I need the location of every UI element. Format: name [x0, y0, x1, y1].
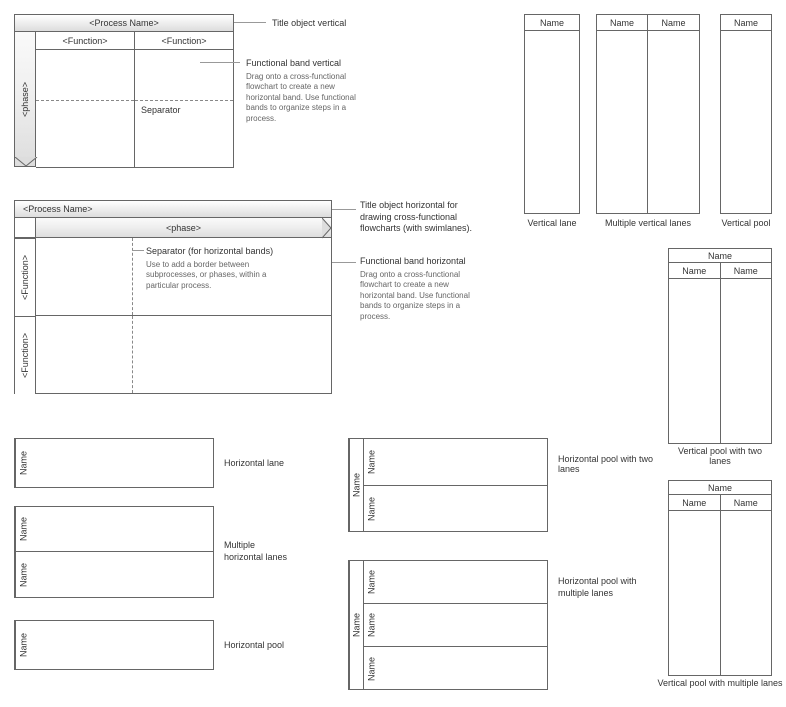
callout-line	[332, 262, 356, 263]
process-title-text: <Process Name>	[89, 18, 159, 28]
function-row-1: <Function>	[14, 238, 36, 316]
separator-line	[36, 100, 134, 101]
horizontal-pool: Name	[14, 620, 214, 670]
vertical-pool-two: Name Name Name	[668, 248, 772, 444]
vertical-lane-label: Vertical lane	[524, 218, 580, 228]
callout-line	[332, 209, 356, 210]
callout-band-h-desc: Drag onto a cross-functional flowchart t…	[360, 270, 470, 322]
vpt-title: Name	[669, 249, 771, 263]
callout-title-horizontal: Title object horizontal for drawing cros…	[360, 200, 480, 235]
callout-line	[234, 22, 266, 23]
hp-label: Horizontal pool	[224, 640, 284, 650]
vpm-h2: Name	[721, 495, 772, 511]
swimlane-vertical: <Process Name> <phase> <Function> <Funct…	[14, 14, 234, 168]
hl-header: Name	[15, 439, 31, 487]
hpt-h1: Name	[363, 439, 379, 485]
separator-v-2	[132, 316, 133, 393]
hp-header: Name	[15, 621, 31, 669]
mvl-header-1: Name	[597, 15, 647, 31]
vertical-lane: Name	[524, 14, 580, 214]
process-title: <Process Name>	[14, 14, 234, 32]
vertical-pool-label: Vertical pool	[716, 218, 776, 228]
swimlane-horizontal: <Process Name> <phase> <Function> Separa…	[14, 200, 332, 394]
callout-band-desc: Drag onto a cross-functional flowchart t…	[246, 72, 356, 124]
phase-bar-h: <phase>	[36, 218, 332, 238]
mhl-label: Multiple horizontal lanes	[224, 540, 294, 563]
hpm-label: Horizontal pool with multiple lanes	[558, 576, 658, 599]
function-header-1: <Function>	[36, 32, 134, 50]
function-cell-2	[36, 316, 332, 394]
vpm-h1: Name	[669, 495, 720, 511]
vpt-label: Vertical pool with two lanes	[668, 446, 772, 466]
multiple-horizontal-lanes: Name Name	[14, 506, 214, 598]
hpt-label: Horizontal pool with two lanes	[558, 454, 668, 474]
callout-band-vertical: Functional band vertical	[246, 58, 341, 68]
phase-bar: <phase>	[14, 32, 36, 167]
separator-label: Separator	[141, 105, 181, 115]
horizontal-pool-two: Name Name Name	[348, 438, 548, 532]
sep-callout-title: Separator (for horizontal bands)	[146, 246, 273, 256]
hl-label: Horizontal lane	[224, 458, 284, 468]
function-row-2: <Function>	[14, 316, 36, 394]
callout-line	[132, 250, 144, 251]
callout-title-vertical: Title object vertical	[272, 18, 346, 28]
callout-band-horizontal: Functional band horizontal	[360, 256, 466, 266]
horizontal-pool-multi: Name Name Name Name	[348, 560, 548, 690]
hpm-title: Name	[349, 561, 363, 689]
function-band-1: <Function>	[36, 32, 135, 168]
hpm-h2: Name	[363, 604, 379, 646]
vpt-h2: Name	[721, 263, 772, 279]
multiple-vertical-lanes: Name Name	[596, 14, 700, 214]
phase-label-h: <phase>	[166, 223, 201, 233]
callout-line	[200, 62, 240, 63]
function-cell-1: Separator (for horizontal bands) Use to …	[36, 238, 332, 316]
process-title-h-text: <Process Name>	[23, 204, 93, 214]
function-band-2: <Function> Separator	[135, 32, 234, 168]
process-title-h: <Process Name>	[14, 200, 332, 218]
hpm-h1: Name	[363, 561, 379, 603]
horizontal-lane: Name	[14, 438, 214, 488]
vpm-title: Name	[669, 481, 771, 495]
phase-label: <phase>	[15, 32, 35, 166]
separator-line-2	[135, 100, 233, 101]
vertical-lane-header: Name	[525, 15, 579, 31]
mhl-h2: Name	[15, 552, 31, 597]
chevron-down-icon	[14, 157, 38, 167]
chevron-right-icon	[322, 217, 332, 239]
phase-corner	[14, 218, 36, 238]
hpm-h3: Name	[363, 647, 379, 690]
hpt-title: Name	[349, 439, 363, 531]
vertical-pool: Name	[720, 14, 772, 214]
sep-callout-desc: Use to add a border between subprocesses…	[146, 260, 276, 291]
vertical-pool-multi: Name Name Name	[668, 480, 772, 676]
vpm-label: Vertical pool with multiple lanes	[656, 678, 784, 688]
mvl-header-2: Name	[648, 15, 699, 31]
mvl-label: Multiple vertical lanes	[596, 218, 700, 228]
mhl-h1: Name	[15, 507, 31, 551]
hpt-h2: Name	[363, 486, 379, 532]
vpt-h1: Name	[669, 263, 720, 279]
function-header-2: <Function>	[135, 32, 233, 50]
vertical-pool-header: Name	[721, 15, 771, 31]
